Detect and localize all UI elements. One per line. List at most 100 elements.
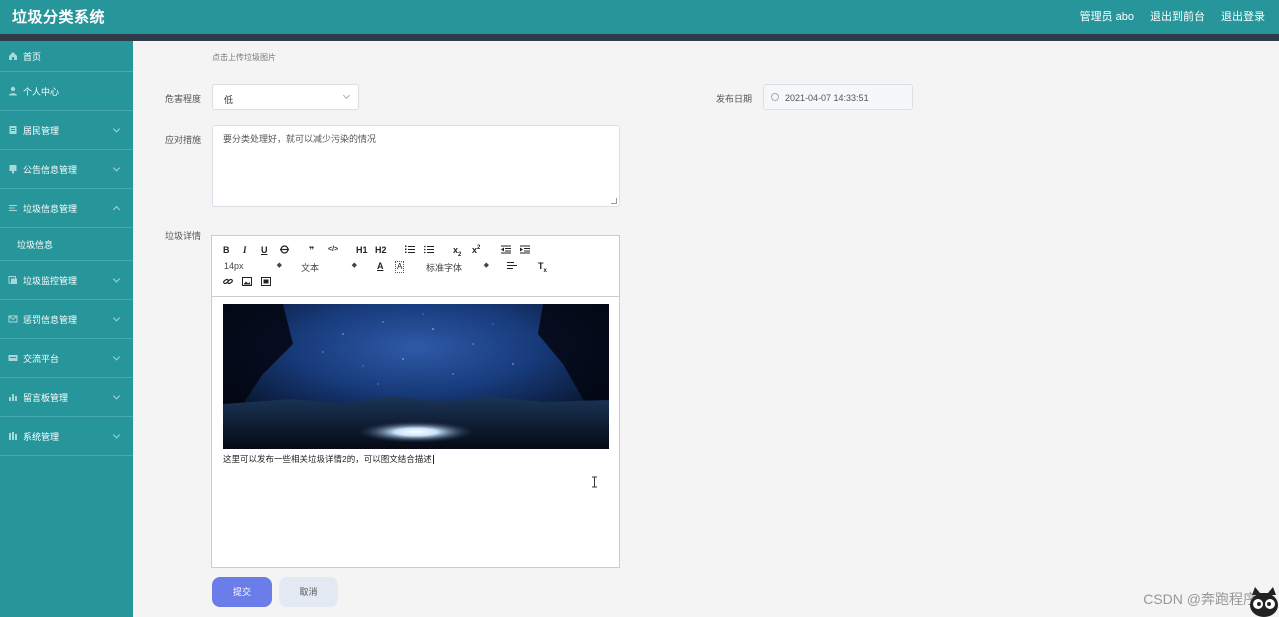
app-title: 垃圾分类系统 <box>12 9 106 26</box>
logout-link[interactable]: 退出登录 <box>1221 8 1265 24</box>
measures-textarea[interactable]: 要分类处理好，就可以减少污染的情况 <box>212 125 620 207</box>
back-to-front-link[interactable]: 退出到前台 <box>1150 8 1205 24</box>
mail-icon <box>7 314 18 325</box>
heading-1-icon[interactable]: H1 <box>356 245 368 255</box>
date-label: 发布日期 <box>716 94 753 104</box>
hazard-label: 危害程度 <box>165 94 202 104</box>
upload-hint[interactable]: 点击上传垃圾图片 <box>212 52 276 63</box>
chat-icon <box>7 353 18 364</box>
sidebar-item-forum[interactable]: 交流平台 <box>0 339 133 378</box>
background-color-icon[interactable]: A <box>395 261 405 273</box>
sidebar-item-label: 留言板管理 <box>23 392 69 403</box>
sidebar-item-residents[interactable]: 居民管理 <box>0 111 133 150</box>
hazard-select[interactable]: 低 <box>212 84 359 110</box>
list-icon <box>7 203 18 214</box>
hazard-value: 低 <box>224 95 234 105</box>
video-icon[interactable] <box>261 277 271 288</box>
link-icon[interactable] <box>223 277 233 288</box>
sidebar: 首页 个人中心 居民管理 公告信息管理 垃圾信息管理 垃圾信息 垃圾监控管理 惩… <box>0 41 133 617</box>
sidebar-item-label: 居民管理 <box>23 125 60 136</box>
mascot-icon <box>1249 585 1279 617</box>
text-caret <box>432 455 434 465</box>
font-family-select[interactable]: 标准字体 ◆ <box>426 261 489 274</box>
font-family-value: 标准字体 <box>426 263 463 273</box>
underline-icon[interactable]: U <box>261 245 268 255</box>
clear-format-icon[interactable]: Tx <box>538 261 547 276</box>
sidebar-item-label: 公告信息管理 <box>23 164 78 175</box>
clock-icon <box>771 93 779 101</box>
sidebar-item-label: 系统管理 <box>23 431 60 442</box>
monitor-icon <box>7 275 18 286</box>
chevron-down-icon <box>112 314 121 322</box>
chevron-down-icon <box>112 164 121 172</box>
outdent-icon[interactable] <box>501 245 511 256</box>
measures-value: 要分类处理好，就可以减少污染的情况 <box>223 134 377 144</box>
date-picker[interactable]: 2021-04-07 14:33:51 <box>763 84 913 110</box>
sidebar-item-system[interactable]: 系统管理 <box>0 417 133 456</box>
image-icon[interactable] <box>242 277 252 288</box>
sidebar-item-messages[interactable]: 留言板管理 <box>0 378 133 417</box>
select-arrows-icon: ◆ <box>276 262 282 269</box>
detail-label: 垃圾详情 <box>165 231 202 241</box>
sidebar-item-label: 惩罚信息管理 <box>23 314 78 325</box>
chevron-down-icon <box>112 275 121 283</box>
sidebar-item-label: 垃圾信息管理 <box>23 203 78 214</box>
select-arrows-icon: ◆ <box>351 262 357 269</box>
rich-text-editor: B I U ❞ </> H1 H2 x2 x2 14px ◆ 文本 ◆ A A … <box>211 235 620 568</box>
bold-icon[interactable]: B <box>223 245 230 255</box>
blockquote-icon[interactable]: ❞ <box>309 245 314 255</box>
sidebar-item-home[interactable]: 首页 <box>0 41 133 72</box>
align-icon[interactable] <box>507 261 517 272</box>
select-arrows-icon: ◆ <box>483 262 489 269</box>
resize-grip-icon[interactable] <box>611 198 617 204</box>
chevron-down-icon <box>112 125 121 133</box>
content-image <box>223 304 609 449</box>
cancel-button[interactable]: 取消 <box>279 577 338 607</box>
code-icon[interactable]: </> <box>328 245 338 255</box>
sidebar-item-profile[interactable]: 个人中心 <box>0 72 133 111</box>
resident-icon <box>7 125 18 136</box>
sidebar-item-label: 垃圾监控管理 <box>23 275 78 286</box>
sidebar-item-monitoring[interactable]: 垃圾监控管理 <box>0 261 133 300</box>
font-color-icon[interactable]: A <box>377 261 384 271</box>
admin-label[interactable]: 管理员 abo <box>1080 8 1134 24</box>
editor-toolbar: B I U ❞ </> H1 H2 x2 x2 14px ◆ 文本 ◆ A A … <box>212 236 619 297</box>
submit-button[interactable]: 提交 <box>212 577 272 607</box>
text-cursor-icon <box>591 475 598 488</box>
content-text: 这里可以发布一些相关垃圾详情2的，可以图文结合描述 <box>223 453 434 465</box>
sidebar-item-penalties[interactable]: 惩罚信息管理 <box>0 300 133 339</box>
superscript-icon[interactable]: x2 <box>472 243 480 255</box>
settings-icon <box>7 431 18 442</box>
watermark: CSDN @奔跑程序 <box>1143 591 1257 607</box>
paragraph-select[interactable]: 文本 ◆ <box>301 261 357 274</box>
bullet-list-icon[interactable] <box>424 245 434 256</box>
notice-icon <box>7 164 18 175</box>
ordered-list-icon[interactable] <box>405 245 415 256</box>
chevron-down-icon <box>342 91 351 100</box>
heading-2-icon[interactable]: H2 <box>375 245 387 255</box>
home-icon <box>7 51 18 62</box>
font-size-value: 14px <box>224 261 244 271</box>
date-value: 2021-04-07 14:33:51 <box>785 93 869 103</box>
chevron-down-icon <box>112 392 121 400</box>
sidebar-item-label: 个人中心 <box>23 86 60 97</box>
sidebar-subitem-waste-info[interactable]: 垃圾信息 <box>0 228 133 261</box>
editor-content[interactable]: 这里可以发布一些相关垃圾详情2的，可以图文结合描述 <box>212 298 619 567</box>
header-actions: 管理员 abo 退出到前台 退出登录 <box>1080 8 1265 24</box>
measures-label: 应对措施 <box>165 135 202 145</box>
italic-icon[interactable]: I <box>243 245 247 255</box>
chevron-up-icon <box>112 205 121 214</box>
sidebar-item-label: 交流平台 <box>23 353 60 364</box>
font-size-select[interactable]: 14px ◆ <box>224 261 282 271</box>
chevron-down-icon <box>112 353 121 361</box>
chevron-down-icon <box>112 431 121 439</box>
top-header: 垃圾分类系统 管理员 abo 退出到前台 退出登录 <box>0 0 1279 34</box>
indent-icon[interactable] <box>520 245 530 256</box>
content-text-value: 这里可以发布一些相关垃圾详情2的，可以图文结合描述 <box>223 454 432 464</box>
subscript-icon[interactable]: x2 <box>453 245 461 260</box>
strikethrough-icon[interactable] <box>280 245 289 256</box>
chart-icon <box>7 392 18 403</box>
sidebar-item-label: 首页 <box>23 51 42 62</box>
sidebar-item-waste-info[interactable]: 垃圾信息管理 <box>0 189 133 228</box>
sidebar-item-notices[interactable]: 公告信息管理 <box>0 150 133 189</box>
